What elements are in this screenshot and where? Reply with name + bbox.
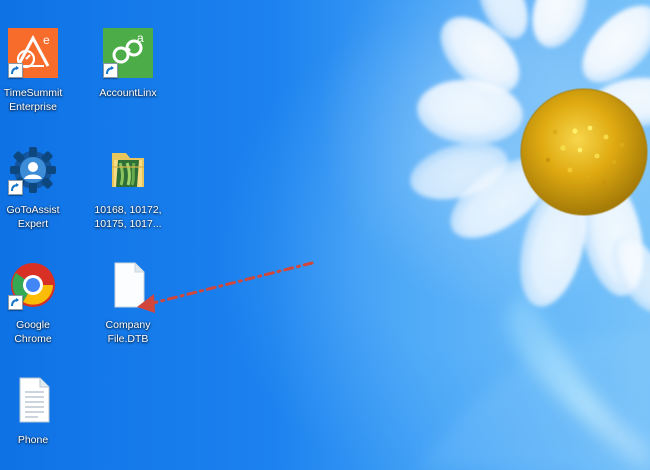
desktop: e TimeSummit Enterprise a AccountLinx Go…	[0, 0, 650, 470]
gotoassist-gear-icon[interactable]	[8, 145, 58, 195]
shortcut-arrow-icon	[8, 63, 23, 78]
shortcut-arrow-icon	[8, 180, 23, 195]
svg-text:e: e	[43, 33, 50, 47]
desktop-icon-label: Google Chrome	[14, 319, 52, 345]
shortcut-arrow-icon	[103, 63, 118, 78]
accountlinx-app-icon[interactable]: a	[103, 28, 153, 78]
chrome-icon[interactable]	[8, 260, 58, 310]
desktop-icon-label: TimeSummit Enterprise	[3, 87, 63, 113]
blank-file-icon[interactable]	[103, 260, 153, 310]
timesummit-enterprise-shortcut[interactable]: e TimeSummit Enterprise	[0, 28, 79, 118]
shortcut-arrow-icon	[8, 295, 23, 310]
svg-text:a: a	[137, 31, 144, 45]
google-chrome-shortcut[interactable]: Google Chrome	[0, 260, 79, 350]
numbered-folder[interactable]: 10168, 10172, 10175, 1017...	[82, 145, 174, 235]
gotoassist-expert-shortcut[interactable]: GoToAssist Expert	[0, 145, 79, 235]
company-file-dtb[interactable]: Company File.DTB	[82, 260, 174, 350]
desktop-icon-label: Company File.DTB	[105, 319, 151, 345]
desktop-icon-label: AccountLinx	[99, 87, 157, 99]
folder-icon[interactable]	[103, 145, 153, 195]
phone-text-document[interactable]: Phone	[0, 375, 79, 465]
desktop-icon-label: Phone	[17, 434, 49, 446]
timesummit-app-icon[interactable]: e	[8, 28, 58, 78]
accountlinx-shortcut[interactable]: a AccountLinx	[82, 28, 174, 118]
desktop-icon-label: 10168, 10172, 10175, 1017...	[94, 204, 162, 230]
desktop-icon-label: GoToAssist Expert	[6, 204, 60, 230]
text-document-icon[interactable]	[8, 375, 58, 425]
